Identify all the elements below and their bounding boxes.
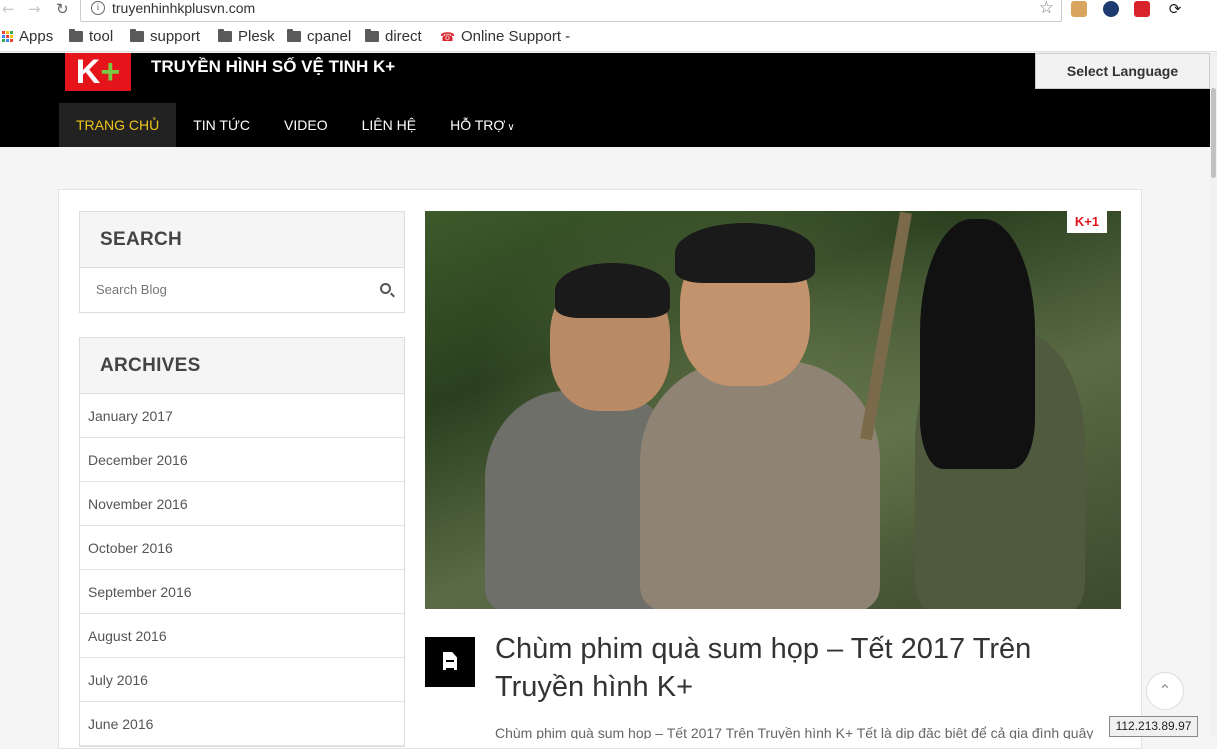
search-input[interactable] (82, 269, 400, 309)
site-header: K+ TRUYỀN HÌNH SỐ VỆ TINH K+ TRANG CHỦ T… (0, 53, 1210, 147)
folder-icon (365, 29, 379, 42)
menu-item-ho-tro[interactable]: HỖ TRỢ ∨ (433, 103, 532, 147)
archive-link[interactable]: July 2016 (80, 658, 404, 702)
archive-link[interactable]: November 2016 (80, 482, 404, 526)
bookmark-cpanel[interactable]: cpanel (287, 28, 351, 45)
support-icon: ☎ (440, 29, 455, 44)
archive-link[interactable]: October 2016 (80, 526, 404, 570)
main-content: SEARCH ARCHIVES January 2017 December 20… (58, 189, 1142, 749)
menu-item-tin-tuc[interactable]: TIN TỨC (176, 103, 267, 147)
scrollbar[interactable] (1210, 53, 1217, 737)
bookmarks-bar: Apps tool support Plesk cpanel direct ☎ … (0, 24, 1217, 52)
info-icon[interactable]: i (91, 1, 105, 15)
archive-link[interactable]: September 2016 (80, 570, 404, 614)
url-text[interactable]: truyenhinhkplusvn.com (112, 0, 255, 16)
bookmark-star-icon[interactable]: ☆ (1039, 0, 1054, 18)
bookmark-label: Plesk (238, 28, 275, 45)
extension-icon-2[interactable] (1103, 1, 1119, 17)
bookmark-online-support[interactable]: ☎ Online Support - (440, 28, 570, 45)
girl-hair (920, 219, 1035, 469)
apps-grid-icon (2, 31, 13, 42)
archive-link[interactable]: August 2016 (80, 614, 404, 658)
post-format-icon (425, 637, 475, 687)
site-logo[interactable]: K+ (65, 53, 131, 91)
menu-label: HỖ TRỢ (450, 117, 506, 133)
browser-toolbar: ← → ↻ i truyenhinhkplusvn.com ☆ ⟳ (0, 0, 1217, 24)
bookmark-label: support (150, 28, 201, 45)
reload-icon[interactable]: ↻ (56, 0, 69, 18)
ip-address-badge: 112.213.89.97 (1109, 716, 1198, 737)
document-icon (443, 652, 457, 670)
extension-icon-3[interactable] (1134, 1, 1150, 17)
bookmark-label: cpanel (307, 28, 352, 45)
boy-middle-shirt (640, 361, 880, 609)
bookmark-tool[interactable]: tool (69, 28, 113, 45)
bookmark-support[interactable]: support (130, 28, 200, 45)
back-to-top-button[interactable]: ⌃ (1146, 672, 1184, 710)
bookmark-label: Apps (19, 28, 54, 45)
menu-item-lien-he[interactable]: LIÊN HỆ (345, 103, 433, 147)
search-widget-title: SEARCH (80, 212, 404, 268)
chevron-up-icon: ⌃ (1158, 681, 1172, 700)
search-row (80, 268, 404, 312)
post-title[interactable]: Chùm phim quà sum họp – Tết 2017 Trên Tr… (495, 630, 1115, 706)
chevron-down-icon: ∨ (507, 122, 515, 133)
bookmark-apps[interactable]: Apps (2, 28, 53, 45)
main-menu: TRANG CHỦ TIN TỨC VIDEO LIÊN HỆ HỖ TRỢ ∨ (59, 103, 532, 147)
logo-plus: + (100, 53, 121, 91)
forward-arrow-icon[interactable]: → (28, 0, 41, 18)
menu-item-video[interactable]: VIDEO (267, 103, 345, 147)
search-icon[interactable] (380, 283, 391, 294)
archives-widget: ARCHIVES January 2017 December 2016 Nove… (79, 337, 405, 747)
folder-icon (287, 29, 301, 42)
boy-left-hair (555, 263, 670, 318)
archive-link[interactable]: June 2016 (80, 702, 404, 746)
address-bar[interactable]: i truyenhinhkplusvn.com ☆ (80, 0, 1062, 22)
archive-link[interactable]: December 2016 (80, 438, 404, 482)
archive-link[interactable]: January 2017 (80, 394, 404, 438)
bookmark-plesk[interactable]: Plesk (218, 28, 275, 45)
archives-widget-title: ARCHIVES (80, 338, 404, 394)
channel-badge: K+1 (1067, 211, 1107, 233)
folder-icon (130, 29, 144, 42)
search-widget: SEARCH (79, 211, 405, 313)
sync-icon[interactable]: ⟳ (1167, 1, 1183, 17)
bookmark-label: Online Support - (460, 28, 571, 45)
folder-icon (69, 29, 83, 42)
back-arrow-icon[interactable]: ← (2, 0, 15, 18)
bookmark-label: direct (385, 28, 422, 45)
extension-icon-1[interactable] (1071, 1, 1087, 17)
select-language-button[interactable]: Select Language (1035, 53, 1210, 89)
folder-icon (218, 29, 232, 42)
logo-text: K+ (75, 53, 121, 91)
site-title[interactable]: TRUYỀN HÌNH SỐ VỆ TINH K+ (151, 57, 395, 77)
menu-item-trang-chu[interactable]: TRANG CHỦ (59, 103, 177, 147)
scrollbar-thumb[interactable] (1211, 88, 1216, 178)
post-featured-image[interactable]: K+1 (425, 211, 1121, 609)
boy-middle-hair (675, 223, 815, 283)
bookmark-direct[interactable]: direct (365, 28, 422, 45)
bookmark-label: tool (89, 28, 114, 45)
